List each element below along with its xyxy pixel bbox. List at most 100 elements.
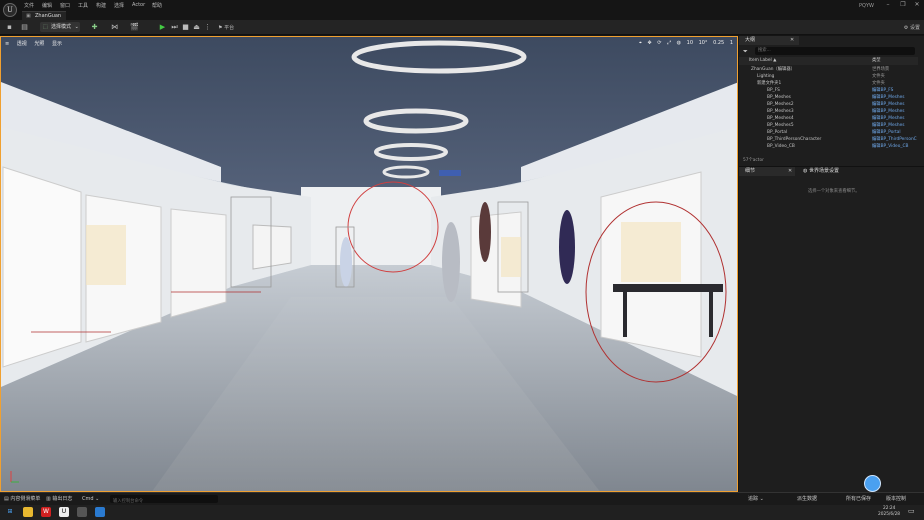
content-browser-icon[interactable]: ▤ bbox=[20, 23, 29, 32]
cmd-dropdown[interactable]: Cmd ⌄ bbox=[82, 493, 99, 505]
blueprint-icon[interactable]: ⋈ bbox=[110, 23, 119, 32]
menu-actor[interactable]: Actor bbox=[132, 2, 145, 8]
row-label: BP_Meshes5 bbox=[767, 123, 794, 128]
play-icon[interactable]: ▶ bbox=[158, 23, 167, 32]
row-type[interactable]: 编辑BP_Portal bbox=[872, 129, 901, 136]
console-input[interactable]: 输入控制台命令 bbox=[110, 495, 218, 504]
menu-build[interactable]: 构建 bbox=[96, 2, 106, 9]
viewport-right-controls: ⌖ ✥ ⟳ ⤢ ◍ 10 10° 0.25 1 bbox=[635, 40, 733, 46]
trace-label: 追踪 bbox=[748, 496, 759, 502]
outliner-row-actor[interactable]: BP_ThirdPersonCharacter 编辑BP_ThirdPersonC bbox=[739, 136, 918, 143]
outliner-row-actor[interactable]: BP_Meshes3 编辑BP_Meshes bbox=[739, 108, 918, 115]
scale-snap-value[interactable]: 0.25 bbox=[713, 40, 724, 46]
unreal-app-icon[interactable]: U bbox=[59, 507, 69, 517]
app-icon[interactable] bbox=[77, 507, 87, 517]
outliner-row-folder[interactable]: 新建文件夹1 文件夹 bbox=[739, 80, 918, 87]
outliner-row-actor[interactable]: BP_Video_CB 编辑BP_Video_CB bbox=[739, 143, 918, 150]
outliner-close-icon[interactable]: ✕ bbox=[790, 37, 794, 43]
clock-time: 22:24 bbox=[883, 506, 896, 511]
menu-edit[interactable]: 编辑 bbox=[42, 2, 52, 9]
outliner-search-input[interactable]: 搜索... bbox=[755, 47, 915, 55]
world-settings-tab[interactable]: ◍ 世界场景设置 bbox=[797, 167, 867, 176]
eject-icon[interactable]: ⏏ bbox=[192, 23, 201, 32]
app-icon[interactable] bbox=[95, 507, 105, 517]
maximize-icon[interactable]: ❐ bbox=[898, 1, 908, 9]
menu-tools[interactable]: 工具 bbox=[78, 2, 88, 9]
source-control-button[interactable]: 版本控制 bbox=[886, 493, 906, 505]
menu-select[interactable]: 选择 bbox=[114, 2, 124, 9]
select-tool-icon[interactable]: ⌖ bbox=[639, 40, 642, 46]
platform-button[interactable]: ⚑ 平台 bbox=[218, 24, 234, 31]
trace-button[interactable]: 追踪 ⌄ bbox=[748, 493, 764, 505]
outliner-header: Item Label ▲ 类型 bbox=[739, 57, 918, 65]
content-drawer-button[interactable]: ▤ 内容侧滑菜单 bbox=[4, 493, 40, 505]
outliner-row-world[interactable]: ZhanGuan（编辑器） 世界场景 bbox=[739, 66, 918, 73]
settings-button[interactable]: ⚙ 设置 bbox=[904, 24, 920, 31]
clock-date: 2025/6/28 bbox=[878, 512, 901, 517]
row-type[interactable]: 编辑BP_Video_CB bbox=[872, 143, 908, 150]
save-status-label: 所有已保存 bbox=[846, 496, 872, 502]
derived-data-button[interactable]: 派生数据 bbox=[797, 493, 817, 505]
outliner-row-folder[interactable]: Lighting 文件夹 bbox=[739, 73, 918, 80]
world-space-icon[interactable]: ◍ bbox=[677, 40, 681, 46]
menu-help[interactable]: 帮助 bbox=[152, 2, 162, 9]
windows-start-icon[interactable]: ⊞ bbox=[5, 507, 15, 517]
row-type[interactable]: 编辑BP_Meshes bbox=[872, 108, 904, 115]
lit-button[interactable]: 光照 bbox=[34, 41, 44, 47]
save-icon[interactable]: ▪ bbox=[5, 23, 14, 32]
level-viewport[interactable]: ≡ 透视 光照 显示 ⌖ ✥ ⟳ ⤢ ◍ 10 10° 0.25 1 bbox=[0, 36, 738, 492]
menu-window[interactable]: 窗口 bbox=[60, 2, 70, 9]
move-tool-icon[interactable]: ✥ bbox=[647, 40, 651, 46]
chat-bubble-icon[interactable] bbox=[864, 475, 881, 492]
camera-speed-value[interactable]: 1 bbox=[730, 40, 733, 46]
outliner-search-placeholder: 搜索... bbox=[758, 48, 771, 53]
column-item-label[interactable]: Item Label ▲ bbox=[749, 57, 776, 65]
row-type[interactable]: 编辑BP_Meshes bbox=[872, 122, 904, 129]
source-control-label: 版本控制 bbox=[886, 496, 907, 502]
main-toolbar: ▪ ▤ ⬚ 选择模式 ⌄ ✚ ⋈ 🎬 ▶ ⏭ ■ ⏏ ⋮ ⚑ 平台 ⚙ 设置 bbox=[0, 20, 924, 35]
mode-dropdown[interactable]: ⬚ 选择模式 ⌄ bbox=[40, 22, 80, 32]
row-type[interactable]: 编辑BP_ThirdPersonC bbox=[872, 136, 917, 143]
cinematics-icon[interactable]: 🎬 bbox=[130, 23, 139, 32]
more-options-icon[interactable]: ⋮ bbox=[203, 23, 212, 32]
row-type[interactable]: 编辑BP_Meshes bbox=[872, 115, 904, 122]
outliner-row-actor[interactable]: BP_FS 编辑BP_FS bbox=[739, 87, 918, 94]
add-actor-icon[interactable]: ✚ bbox=[90, 23, 99, 32]
row-type[interactable]: 编辑BP_Meshes bbox=[872, 94, 904, 101]
wps-icon[interactable]: W bbox=[41, 507, 51, 517]
row-label: BP_Meshes2 bbox=[767, 102, 794, 107]
rotate-tool-icon[interactable]: ⟳ bbox=[657, 40, 661, 46]
outliner-row-actor[interactable]: BP_Meshes5 编辑BP_Meshes bbox=[739, 122, 918, 129]
scale-tool-icon[interactable]: ⤢ bbox=[667, 40, 671, 46]
row-type[interactable]: 编辑BP_FS bbox=[872, 87, 893, 94]
details-close-icon[interactable]: ✕ bbox=[788, 168, 792, 174]
stop-icon[interactable]: ■ bbox=[181, 23, 190, 32]
outliner-row-actor[interactable]: BP_Portal 编辑BP_Portal bbox=[739, 129, 918, 136]
details-tab[interactable]: 细节 bbox=[739, 167, 795, 176]
close-icon[interactable]: ✕ bbox=[912, 1, 922, 9]
minimize-icon[interactable]: – bbox=[883, 1, 893, 9]
perspective-button[interactable]: 透视 bbox=[17, 41, 27, 47]
unreal-logo[interactable]: U bbox=[3, 3, 17, 17]
outliner-row-actor[interactable]: BP_Meshes 编辑BP_Meshes bbox=[739, 94, 918, 101]
menu-file[interactable]: 文件 bbox=[24, 2, 34, 9]
skip-icon[interactable]: ⏭ bbox=[170, 23, 179, 32]
platform-label: 平台 bbox=[224, 25, 235, 31]
column-type[interactable]: 类型 bbox=[872, 57, 881, 65]
notification-icon[interactable]: ▭ bbox=[908, 507, 915, 515]
row-label: BP_Meshes3 bbox=[767, 109, 794, 114]
row-label: BP_FS bbox=[767, 88, 780, 93]
viewport-menu-icon[interactable]: ≡ bbox=[5, 41, 9, 47]
row-type: 世界场景 bbox=[872, 67, 890, 72]
save-status-button[interactable]: 所有已保存 bbox=[846, 493, 871, 505]
grid-snap-value[interactable]: 10 bbox=[687, 40, 693, 46]
row-type[interactable]: 编辑BP_Meshes bbox=[872, 101, 904, 108]
rotation-snap-value[interactable]: 10° bbox=[699, 40, 708, 46]
filter-icon[interactable]: ⏷ bbox=[743, 48, 748, 56]
file-explorer-icon[interactable] bbox=[23, 507, 33, 517]
outliner-row-actor[interactable]: BP_Meshes4 编辑BP_Meshes bbox=[739, 115, 918, 122]
output-log-button[interactable]: ▥ 输出日志 bbox=[46, 493, 72, 505]
outliner-row-actor[interactable]: BP_Meshes2 编辑BP_Meshes bbox=[739, 101, 918, 108]
level-tab[interactable]: ▣ ZhanGuan bbox=[22, 11, 66, 20]
show-button[interactable]: 显示 bbox=[52, 41, 62, 47]
